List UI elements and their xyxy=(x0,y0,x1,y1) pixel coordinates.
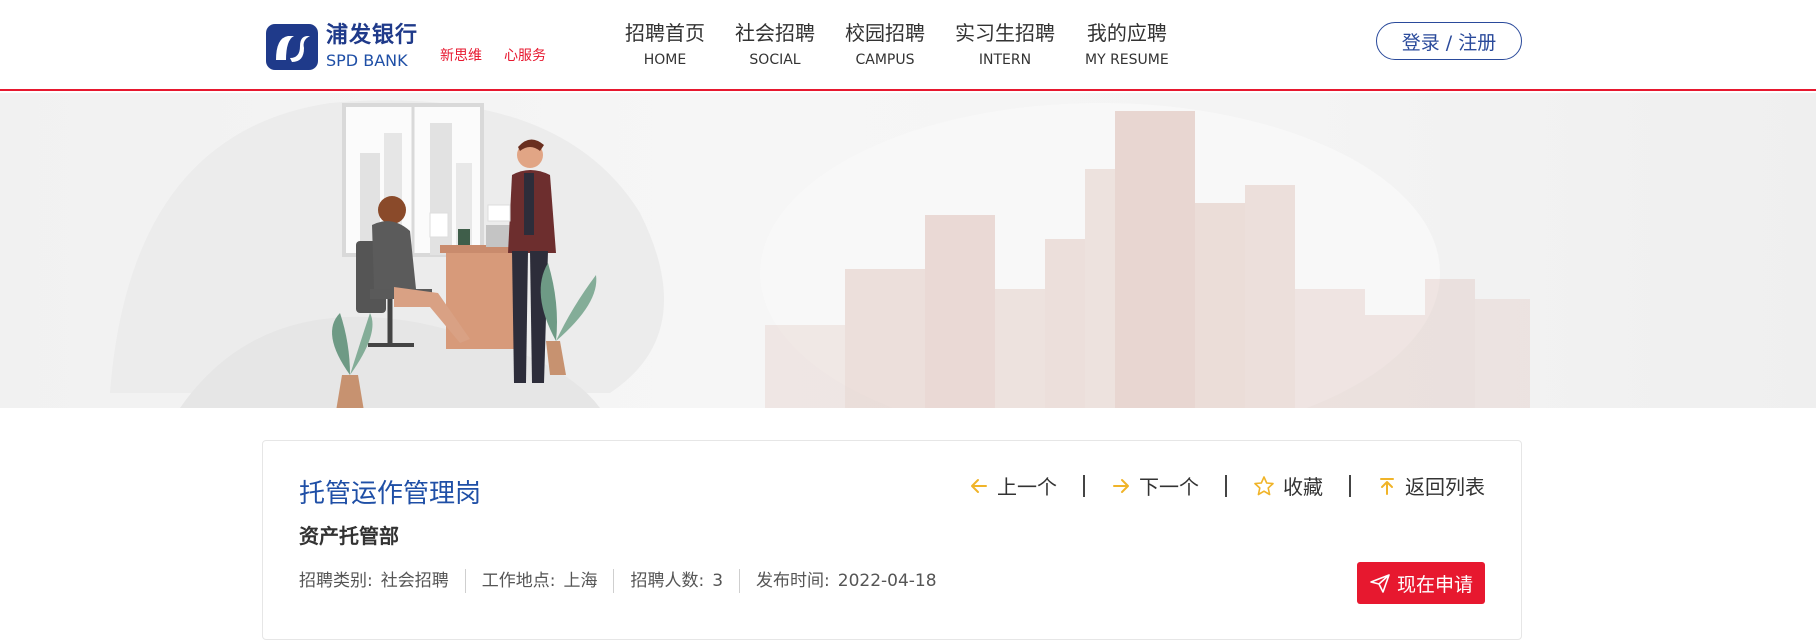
nav-home-en: HOME xyxy=(643,52,687,68)
nav-home[interactable]: 招聘首页 HOME xyxy=(610,20,720,68)
favorite-button[interactable]: 收藏 xyxy=(1253,471,1323,500)
meta-category-label: 招聘类别: xyxy=(299,571,373,591)
site-header: 浦发银行 SPD BANK 新思维 心服务 招聘首页 HOME 社会招聘 SOC… xyxy=(0,0,1816,91)
action-divider xyxy=(1083,474,1085,497)
nav-my-resume[interactable]: 我的应聘 MY RESUME xyxy=(1070,20,1184,68)
brand-name-en: SPD BANK xyxy=(326,51,408,70)
meta-location: 工作地点: 上海 xyxy=(464,569,614,593)
back-to-list-label: 返回列表 xyxy=(1405,475,1485,499)
nav-intern-cn: 实习生招聘 xyxy=(955,21,1055,45)
arrow-up-icon xyxy=(1380,477,1394,495)
star-icon xyxy=(1254,475,1274,495)
meta-headcount: 招聘人数: 3 xyxy=(613,569,739,593)
prev-job-button[interactable]: 上一个 xyxy=(969,471,1057,500)
meta-category: 招聘类别: 社会招聘 xyxy=(299,569,465,593)
meta-category-value: 社会招聘 xyxy=(380,571,449,591)
nav-intern[interactable]: 实习生招聘 INTERN xyxy=(940,20,1070,68)
nav-my-resume-en: MY RESUME xyxy=(1085,52,1169,68)
nav-my-resume-cn: 我的应聘 xyxy=(1086,21,1167,45)
nav-social-cn: 社会招聘 xyxy=(735,21,815,45)
nav-campus[interactable]: 校园招聘 CAMPUS xyxy=(830,20,940,68)
meta-location-value: 上海 xyxy=(563,571,598,591)
meta-headcount-label: 招聘人数: xyxy=(630,571,705,591)
slogan-2: 心服务 xyxy=(504,48,547,64)
action-divider xyxy=(1349,474,1351,497)
spd-bank-logo[interactable]: 浦发银行 SPD BANK 新思维 心服务 xyxy=(266,24,546,70)
action-divider xyxy=(1225,474,1227,497)
nav-social[interactable]: 社会招聘 SOCIAL xyxy=(720,20,830,68)
next-job-label: 下一个 xyxy=(1139,475,1199,499)
meta-location-label: 工作地点: xyxy=(481,571,556,591)
spd-logo-icon xyxy=(266,24,318,70)
apply-now-label: 现在申请 xyxy=(1396,573,1473,596)
arrow-right-icon xyxy=(1113,478,1129,493)
job-title: 托管运作管理岗 xyxy=(299,479,482,509)
slogan-1: 新思维 xyxy=(440,48,483,64)
back-to-list-button[interactable]: 返回列表 xyxy=(1377,471,1485,500)
office-illustration xyxy=(110,100,1530,408)
prev-job-label: 上一个 xyxy=(997,475,1057,499)
favorite-label: 收藏 xyxy=(1283,475,1323,499)
login-register-button[interactable]: 登录 / 注册 xyxy=(1376,22,1522,60)
nav-social-en: SOCIAL xyxy=(749,52,801,68)
brand-name-cn: 浦发银行 xyxy=(326,23,419,48)
send-icon xyxy=(1370,574,1390,593)
nav-campus-en: CAMPUS xyxy=(855,52,915,68)
nav-campus-cn: 校园招聘 xyxy=(845,21,925,45)
brand-slogan: 新思维 心服务 xyxy=(440,45,546,65)
job-meta: 招聘类别: 社会招聘 工作地点: 上海 招聘人数: 3 发布时间: 2022-0… xyxy=(299,569,953,593)
apply-now-button[interactable]: 现在申请 xyxy=(1357,562,1485,604)
job-actions: 上一个 下一个 收藏 返回列表 xyxy=(969,471,1485,500)
main-nav: 招聘首页 HOME 社会招聘 SOCIAL 校园招聘 CAMPUS 实习生招聘 … xyxy=(610,20,1184,68)
meta-publish-date-value: 2022-04-18 xyxy=(837,571,937,591)
arrow-left-icon xyxy=(971,478,987,493)
hero-banner xyxy=(0,93,1816,408)
job-department: 资产托管部 xyxy=(299,524,399,548)
next-job-button[interactable]: 下一个 xyxy=(1111,471,1199,500)
nav-home-cn: 招聘首页 xyxy=(625,21,705,45)
meta-publish-date-label: 发布时间: xyxy=(756,571,830,591)
meta-publish-date: 发布时间: 2022-04-18 xyxy=(739,569,953,593)
nav-intern-en: INTERN xyxy=(978,52,1032,68)
job-detail-card: 托管运作管理岗 资产托管部 招聘类别: 社会招聘 工作地点: 上海 招聘人数: … xyxy=(262,440,1522,640)
meta-headcount-value: 3 xyxy=(712,571,724,591)
